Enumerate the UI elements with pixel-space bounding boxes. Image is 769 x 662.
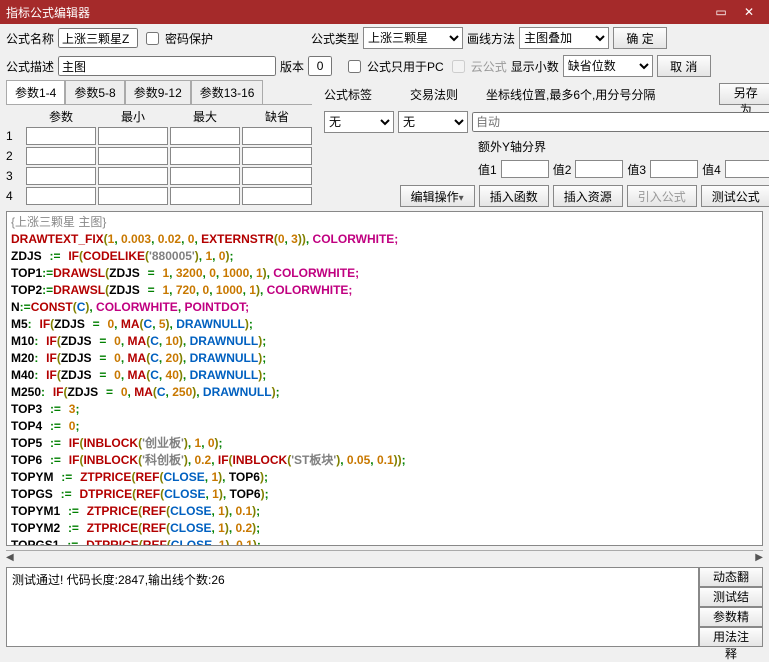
p4-max[interactable] <box>170 187 240 205</box>
rule-select[interactable]: 无 <box>398 111 468 133</box>
param-tab-1[interactable]: 参数1-4 <box>6 80 65 104</box>
minimize-icon[interactable]: ▭ <box>707 5 735 19</box>
p2-max[interactable] <box>170 147 240 165</box>
p1-max[interactable] <box>170 127 240 145</box>
pwd-protect-checkbox[interactable]: 密码保护 <box>142 29 213 48</box>
param-hd-min: 最小 <box>98 108 168 125</box>
name-input[interactable] <box>58 28 138 48</box>
p4-min[interactable] <box>98 187 168 205</box>
tag-select[interactable]: 无 <box>324 111 394 133</box>
show-decimal-label: 显示小数 <box>511 58 559 75</box>
param-hd-name: 参数 <box>26 108 96 125</box>
coord-input[interactable] <box>472 112 769 132</box>
desc-label: 公式描述 <box>6 58 54 75</box>
line-method-label: 画线方法 <box>467 30 515 47</box>
rule-label: 交易法则 <box>410 86 458 103</box>
val1-input[interactable] <box>501 160 549 178</box>
edit-op-button[interactable]: 编辑操作▾ <box>400 185 475 207</box>
p2-name[interactable] <box>26 147 96 165</box>
coord-label: 坐标线位置,最多6个,用分号分隔 <box>486 86 655 103</box>
dyn-translate-button[interactable]: 动态翻译 <box>699 567 763 587</box>
cancel-button[interactable]: 取 消 <box>657 55 711 77</box>
name-label: 公式名称 <box>6 30 54 47</box>
usage-notes-button[interactable]: 用法注释 <box>699 627 763 647</box>
param-row-1: 1 <box>6 129 24 143</box>
p4-def[interactable] <box>242 187 312 205</box>
param-tab-4[interactable]: 参数13-16 <box>191 80 264 104</box>
p3-def[interactable] <box>242 167 312 185</box>
param-tab-2[interactable]: 参数5-8 <box>65 80 124 104</box>
test-result-button[interactable]: 测试结果 <box>699 587 763 607</box>
code-title: {上涨三颗星 主图} <box>11 215 106 229</box>
p3-name[interactable] <box>26 167 96 185</box>
tag-label: 公式标签 <box>324 86 372 103</box>
type-select[interactable]: 上涨三颗星 <box>363 27 463 49</box>
version-label: 版本 <box>280 58 304 75</box>
scroll-right-icon[interactable]: ▶ <box>755 552 763 563</box>
param-row-4: 4 <box>6 189 24 203</box>
val2-label: 值2 <box>553 161 572 178</box>
scroll-left-icon[interactable]: ◀ <box>6 552 14 563</box>
p1-name[interactable] <box>26 127 96 145</box>
test-formula-button[interactable]: 测试公式 <box>701 185 769 207</box>
val1-label: 值1 <box>478 161 497 178</box>
p3-min[interactable] <box>98 167 168 185</box>
close-icon[interactable]: ✕ <box>735 5 763 19</box>
p2-min[interactable] <box>98 147 168 165</box>
p3-max[interactable] <box>170 167 240 185</box>
save-as-button[interactable]: 另存为 <box>719 83 769 105</box>
param-row-3: 3 <box>6 169 24 183</box>
insert-res-button[interactable]: 插入资源 <box>553 185 623 207</box>
ok-button[interactable]: 确 定 <box>613 27 667 49</box>
code-editor[interactable]: {上涨三颗星 主图} DRAWTEXT_FIX(1, 0.003, 0.02, … <box>6 211 763 546</box>
param-wizard-button[interactable]: 参数精灵 <box>699 607 763 627</box>
desc-input[interactable] <box>58 56 276 76</box>
param-tab-3[interactable]: 参数9-12 <box>125 80 191 104</box>
version-input[interactable] <box>308 56 332 76</box>
p1-min[interactable] <box>98 127 168 145</box>
val2-input[interactable] <box>575 160 623 178</box>
val3-label: 值3 <box>627 161 646 178</box>
cloud-checkbox: 云公式 <box>448 57 507 76</box>
val3-input[interactable] <box>650 160 698 178</box>
param-row-2: 2 <box>6 149 24 163</box>
param-hd-max: 最大 <box>170 108 240 125</box>
param-hd-def: 缺省 <box>242 108 312 125</box>
insert-fn-button[interactable]: 插入函数 <box>479 185 549 207</box>
val4-input[interactable] <box>725 160 769 178</box>
p4-name[interactable] <box>26 187 96 205</box>
extra-y-label: 额外Y轴分界 <box>318 136 769 157</box>
p2-def[interactable] <box>242 147 312 165</box>
window-title: 指标公式编辑器 <box>6 4 707 21</box>
only-pc-checkbox[interactable]: 公式只用于PC <box>344 57 444 76</box>
p1-def[interactable] <box>242 127 312 145</box>
status-output: 测试通过! 代码长度:2847,输出线个数:26 <box>6 567 699 647</box>
val4-label: 值4 <box>702 161 721 178</box>
import-formula-button: 引入公式 <box>627 185 697 207</box>
line-method-select[interactable]: 主图叠加 <box>519 27 609 49</box>
show-decimal-select[interactable]: 缺省位数 <box>563 55 653 77</box>
type-label: 公式类型 <box>311 30 359 47</box>
